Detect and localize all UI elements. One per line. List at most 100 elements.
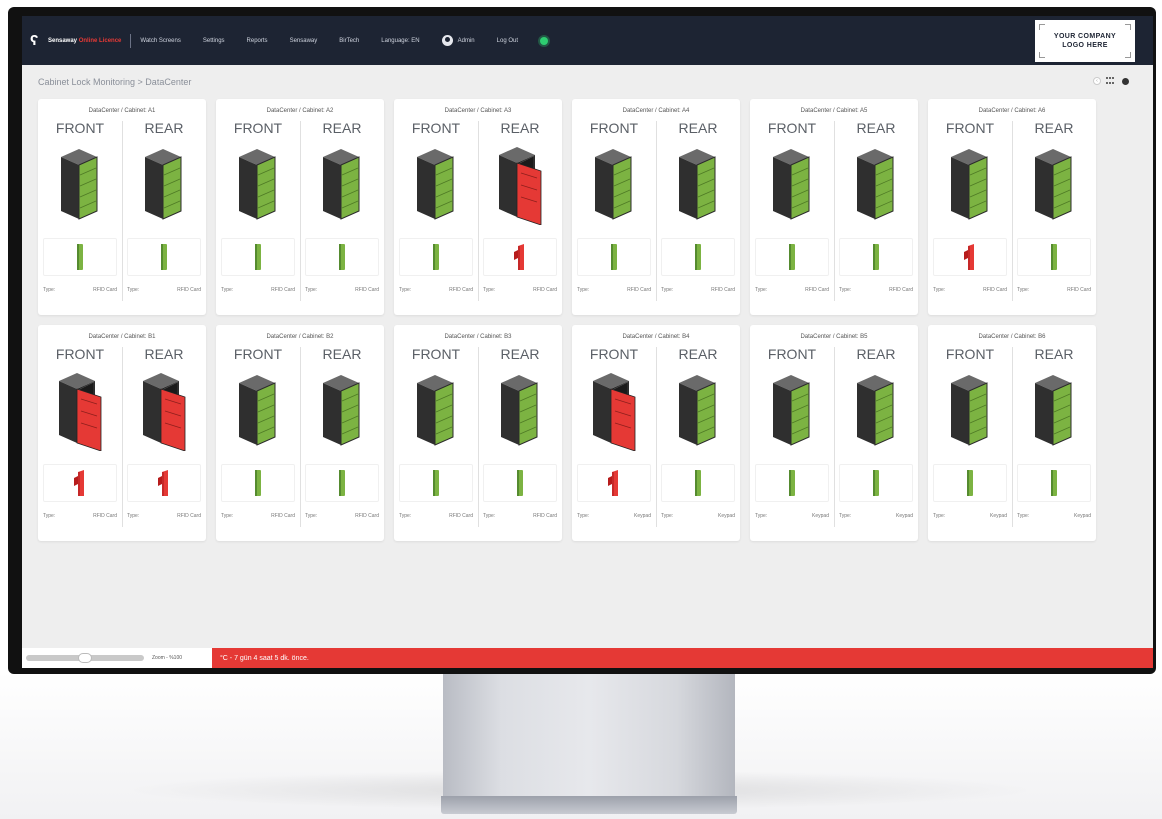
user-icon xyxy=(441,35,453,46)
lock-type-row: Type: RFID Card xyxy=(658,287,738,293)
admin-menu[interactable]: Admin xyxy=(441,35,475,46)
lock-type-label: Type: xyxy=(839,513,852,519)
rack-door-closed-icon[interactable] xyxy=(38,142,122,228)
handle-locked-icon[interactable] xyxy=(221,464,295,502)
handle-locked-icon[interactable] xyxy=(839,238,913,276)
handle-locked-icon[interactable] xyxy=(43,238,117,276)
grid-view-icon[interactable] xyxy=(1106,77,1117,85)
nav-watch-screens[interactable]: Watch Screens xyxy=(140,38,180,44)
cabinet-card[interactable]: DataCenter / Cabinet: A4 FRONT Type: RFID C… xyxy=(572,99,740,315)
cabinet-card[interactable]: DataCenter / Cabinet: B6 FRONT Type: Keypad… xyxy=(928,325,1096,541)
cabinet-card[interactable]: DataCenter / Cabinet: A5 FRONT Type: RFID C… xyxy=(750,99,918,315)
nav-settings[interactable]: Settings xyxy=(203,38,225,44)
rack-door-closed-icon[interactable] xyxy=(834,368,918,454)
lock-type-value: RFID Card xyxy=(449,513,473,519)
nav-sensaway[interactable]: Sensaway xyxy=(290,38,318,44)
rack-door-closed-icon[interactable] xyxy=(928,142,1012,228)
lock-type-row: Type: Keypad xyxy=(658,513,738,519)
lock-type-value: Keypad xyxy=(718,513,735,519)
handle-locked-icon[interactable] xyxy=(661,238,735,276)
handle-locked-icon[interactable] xyxy=(483,464,557,502)
nav-language[interactable]: Language: EN xyxy=(381,38,419,44)
handle-locked-icon[interactable] xyxy=(661,464,735,502)
top-nav: ʕ Sensaway Online Licence Watch Screens … xyxy=(22,16,1153,65)
rack-door-closed-icon[interactable] xyxy=(750,142,834,228)
handle-locked-icon[interactable] xyxy=(933,464,1007,502)
lock-type-value: Keypad xyxy=(634,513,651,519)
rack-door-closed-icon[interactable] xyxy=(656,368,740,454)
cabinet-card[interactable]: DataCenter / Cabinet: B2 FRONT Type: RFID C… xyxy=(216,325,384,541)
handle-locked-icon[interactable] xyxy=(1017,238,1091,276)
handle-locked-icon[interactable] xyxy=(1017,464,1091,502)
cabinet-front-panel: FRONT Type: RFID Card xyxy=(216,345,300,519)
lock-type-value: Keypad xyxy=(1074,513,1091,519)
nav-birtech[interactable]: BirTech xyxy=(339,38,359,44)
rack-door-open-icon[interactable] xyxy=(122,368,206,454)
lock-type-value: RFID Card xyxy=(533,513,557,519)
cabinet-title: DataCenter / Cabinet: B1 xyxy=(88,334,156,340)
handle-locked-icon[interactable] xyxy=(399,238,473,276)
view-controls: ‹ xyxy=(1093,77,1129,85)
handle-unlocked-icon[interactable] xyxy=(933,238,1007,276)
rack-door-closed-icon[interactable] xyxy=(656,142,740,228)
rack-door-closed-icon[interactable] xyxy=(478,368,562,454)
handle-locked-icon[interactable] xyxy=(755,464,829,502)
rack-door-closed-icon[interactable] xyxy=(928,368,1012,454)
rear-label: REAR xyxy=(678,120,718,136)
rack-door-closed-icon[interactable] xyxy=(1012,368,1096,454)
handle-locked-icon[interactable] xyxy=(305,238,379,276)
rack-door-open-icon[interactable] xyxy=(478,142,562,228)
cabinet-card[interactable]: DataCenter / Cabinet: B3 FRONT Type: RFID C… xyxy=(394,325,562,541)
rack-door-closed-icon[interactable] xyxy=(216,368,300,454)
rack-door-closed-icon[interactable] xyxy=(300,142,384,228)
rack-door-closed-icon[interactable] xyxy=(1012,142,1096,228)
breadcrumb[interactable]: Cabinet Lock Monitoring > DataCenter xyxy=(38,77,191,87)
rack-door-closed-icon[interactable] xyxy=(572,142,656,228)
cabinet-card[interactable]: DataCenter / Cabinet: B1 FRONT Type: RFID C… xyxy=(38,325,206,541)
cabinet-title: DataCenter / Cabinet: A6 xyxy=(978,108,1046,114)
lock-type-row: Type: RFID Card xyxy=(1014,287,1094,293)
cabinet-card[interactable]: DataCenter / Cabinet: A1 FRONT Type: RFID C… xyxy=(38,99,206,315)
rack-door-closed-icon[interactable] xyxy=(394,142,478,228)
brand[interactable]: Sensaway Online Licence xyxy=(48,38,121,44)
zoom-slider-thumb[interactable] xyxy=(78,653,92,663)
handle-locked-icon[interactable] xyxy=(127,238,201,276)
lock-type-label: Type: xyxy=(933,287,946,293)
lock-type-row: Type: RFID Card xyxy=(396,513,476,519)
cabinet-rear-panel: REAR Type: Keypad xyxy=(834,345,918,519)
lock-type-value: RFID Card xyxy=(805,287,829,293)
handle-unlocked-icon[interactable] xyxy=(577,464,651,502)
handle-unlocked-icon[interactable] xyxy=(43,464,117,502)
handle-locked-icon[interactable] xyxy=(755,238,829,276)
cabinet-card[interactable]: DataCenter / Cabinet: A2 FRONT Type: RFID C… xyxy=(216,99,384,315)
rack-door-closed-icon[interactable] xyxy=(394,368,478,454)
brand-logo-icon[interactable]: ʕ xyxy=(30,32,42,49)
handle-unlocked-icon[interactable] xyxy=(483,238,557,276)
cabinet-card[interactable]: DataCenter / Cabinet: A3 FRONT Type: RFID C… xyxy=(394,99,562,315)
rack-door-closed-icon[interactable] xyxy=(216,142,300,228)
handle-unlocked-icon[interactable] xyxy=(127,464,201,502)
nav-logout[interactable]: Log Out xyxy=(497,38,518,44)
cabinet-title: DataCenter / Cabinet: B6 xyxy=(978,334,1046,340)
rack-door-closed-icon[interactable] xyxy=(300,368,384,454)
lock-type-label: Type: xyxy=(933,513,946,519)
rack-door-open-icon[interactable] xyxy=(38,368,122,454)
zoom-slider[interactable] xyxy=(26,653,144,663)
cabinet-card[interactable]: DataCenter / Cabinet: B4 FRONT Type: Keypad… xyxy=(572,325,740,541)
cabinet-card[interactable]: DataCenter / Cabinet: B5 FRONT Type: Keypad… xyxy=(750,325,918,541)
rack-door-open-icon[interactable] xyxy=(572,368,656,454)
cabinet-card[interactable]: DataCenter / Cabinet: A6 FRONT Type: RFID C… xyxy=(928,99,1096,315)
cabinet-rear-panel: REAR Type: RFID Card xyxy=(656,119,740,293)
nav-reports[interactable]: Reports xyxy=(247,38,268,44)
chevron-left-icon[interactable]: ‹ xyxy=(1093,77,1101,85)
handle-locked-icon[interactable] xyxy=(305,464,379,502)
handle-locked-icon[interactable] xyxy=(221,238,295,276)
handle-locked-icon[interactable] xyxy=(839,464,913,502)
rack-door-closed-icon[interactable] xyxy=(122,142,206,228)
handle-locked-icon[interactable] xyxy=(577,238,651,276)
single-view-icon[interactable] xyxy=(1122,77,1129,85)
rack-door-closed-icon[interactable] xyxy=(834,142,918,228)
front-label: FRONT xyxy=(945,346,995,362)
handle-locked-icon[interactable] xyxy=(399,464,473,502)
rack-door-closed-icon[interactable] xyxy=(750,368,834,454)
